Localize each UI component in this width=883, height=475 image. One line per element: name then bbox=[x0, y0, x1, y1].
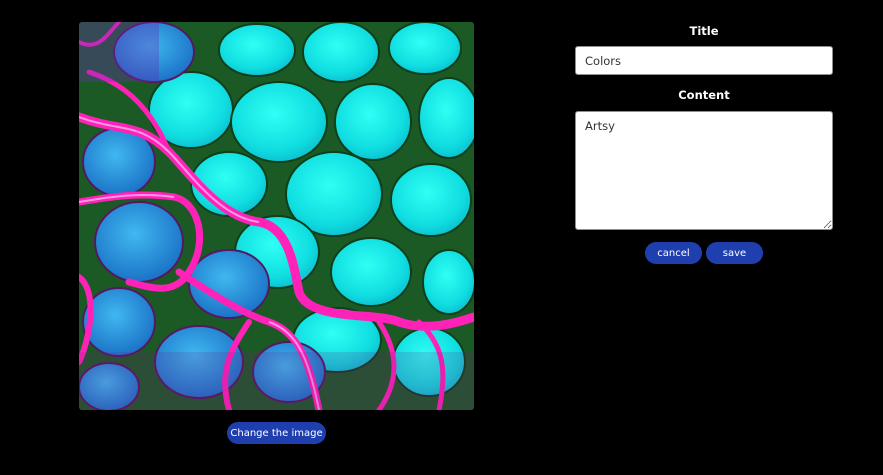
form-actions: cancel save bbox=[575, 242, 833, 264]
save-button[interactable]: save bbox=[706, 242, 763, 264]
change-image-wrap: Change the image bbox=[79, 422, 474, 444]
post-image bbox=[79, 22, 474, 410]
title-input[interactable] bbox=[575, 46, 833, 75]
image-column: Change the image bbox=[79, 22, 474, 444]
abstract-image bbox=[79, 22, 474, 410]
content-textarea[interactable]: Artsy bbox=[575, 111, 833, 230]
title-label: Title bbox=[689, 24, 719, 38]
change-image-button[interactable]: Change the image bbox=[227, 422, 326, 444]
content-label: Content bbox=[678, 88, 730, 102]
page: Change the image Title Content Artsy can… bbox=[0, 0, 883, 475]
cancel-button[interactable]: cancel bbox=[645, 242, 702, 264]
edit-form: Title Content Artsy cancel save bbox=[575, 22, 833, 264]
